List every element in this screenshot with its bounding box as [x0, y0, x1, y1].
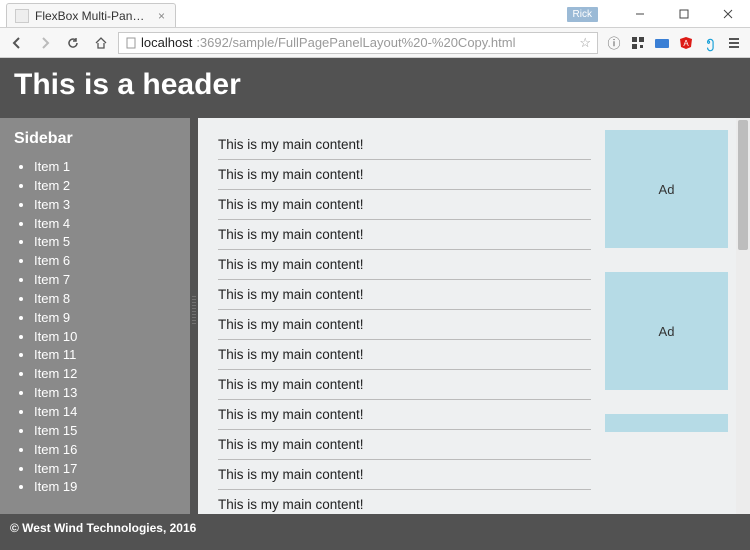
extension-blue-icon[interactable]	[652, 33, 672, 53]
ad-box[interactable]: Ad	[605, 272, 728, 390]
qr-icon[interactable]	[628, 33, 648, 53]
splitter-handle[interactable]	[190, 118, 198, 514]
page-favicon-icon	[15, 9, 29, 23]
page-icon	[125, 37, 137, 49]
content-line: This is my main content!	[218, 430, 591, 460]
content-line: This is my main content!	[218, 460, 591, 490]
panel-row: Sidebar Item 1Item 2Item 3Item 4Item 5It…	[0, 118, 750, 514]
sidebar-item[interactable]: Item 19	[34, 478, 176, 497]
info-icon[interactable]: ⓘ	[604, 33, 624, 53]
url-host: localhost	[141, 35, 192, 50]
sidebar-item[interactable]: Item 3	[34, 196, 176, 215]
ad-box[interactable]: Ad	[605, 130, 728, 248]
scrollbar-vertical[interactable]	[736, 118, 750, 514]
content-line: This is my main content!	[218, 190, 591, 220]
back-button[interactable]	[6, 32, 28, 54]
content-line: This is my main content!	[218, 220, 591, 250]
maximize-button[interactable]	[662, 2, 706, 26]
sidebar-item[interactable]: Item 5	[34, 233, 176, 252]
browser-tab[interactable]: FlexBox Multi-Panel L ×	[6, 3, 176, 27]
sidebar-item[interactable]: Item 9	[34, 309, 176, 328]
ad-box[interactable]	[605, 414, 728, 432]
content-line: This is my main content!	[218, 160, 591, 190]
address-bar[interactable]: localhost :3692/sample/FullPagePanelLayou…	[118, 32, 598, 54]
sidebar-item[interactable]: Item 8	[34, 290, 176, 309]
home-button[interactable]	[90, 32, 112, 54]
user-badge: Rick	[567, 7, 598, 22]
bookmark-star-icon[interactable]: ☆	[579, 35, 591, 51]
scrollbar-thumb[interactable]	[738, 120, 748, 250]
minimize-button[interactable]	[618, 2, 662, 26]
url-path: :3692/sample/FullPagePanelLayout%20-%20C…	[196, 35, 515, 50]
sidebar-list: Item 1Item 2Item 3Item 4Item 5Item 6Item…	[14, 158, 176, 497]
sidebar-item[interactable]: Item 2	[34, 177, 176, 196]
reload-button[interactable]	[62, 32, 84, 54]
window-controls: Rick	[567, 0, 750, 28]
sidebar-item[interactable]: Item 11	[34, 346, 176, 365]
window-titlebar: FlexBox Multi-Panel L × Rick	[0, 0, 750, 28]
angular-icon[interactable]: A	[676, 33, 696, 53]
content-line: This is my main content!	[218, 250, 591, 280]
content-line: This is my main content!	[218, 370, 591, 400]
sidebar-item[interactable]: Item 16	[34, 441, 176, 460]
close-window-button[interactable]	[706, 2, 750, 26]
sidebar-item[interactable]: Item 12	[34, 365, 176, 384]
page-viewport: This is a header Sidebar Item 1Item 2Ite…	[0, 58, 750, 550]
sidebar-item[interactable]: Item 10	[34, 328, 176, 347]
sidebar-item[interactable]: Item 15	[34, 422, 176, 441]
main-area: This is my main content!This is my main …	[198, 118, 750, 514]
ad-column: Ad Ad	[601, 118, 736, 514]
sidebar-item[interactable]: Item 1	[34, 158, 176, 177]
content-line: This is my main content!	[218, 340, 591, 370]
svg-text:A: A	[683, 39, 689, 48]
sidebar-item[interactable]: Item 14	[34, 403, 176, 422]
content-line: This is my main content!	[218, 490, 591, 514]
browser-toolbar: localhost :3692/sample/FullPagePanelLayou…	[0, 28, 750, 58]
page-title: This is a header	[0, 58, 750, 118]
sidebar-item[interactable]: Item 17	[34, 460, 176, 479]
content-line: This is my main content!	[218, 280, 591, 310]
forward-button[interactable]	[34, 32, 56, 54]
menu-icon[interactable]	[724, 33, 744, 53]
extension-spiral-icon[interactable]: ၅	[700, 33, 720, 53]
sidebar-item[interactable]: Item 13	[34, 384, 176, 403]
content-line: This is my main content!	[218, 400, 591, 430]
content-line: This is my main content!	[218, 130, 591, 160]
sidebar-title: Sidebar	[14, 130, 176, 148]
page-footer: © West Wind Technologies, 2016	[0, 514, 750, 542]
content-line: This is my main content!	[218, 310, 591, 340]
close-tab-icon[interactable]: ×	[156, 9, 167, 23]
tab-title: FlexBox Multi-Panel L	[35, 9, 150, 23]
main-content: This is my main content!This is my main …	[198, 118, 601, 514]
sidebar-item[interactable]: Item 4	[34, 215, 176, 234]
extension-icons: ⓘ A ၅	[604, 33, 744, 53]
sidebar-item[interactable]: Item 6	[34, 252, 176, 271]
sidebar: Sidebar Item 1Item 2Item 3Item 4Item 5It…	[0, 118, 190, 514]
sidebar-item[interactable]: Item 7	[34, 271, 176, 290]
